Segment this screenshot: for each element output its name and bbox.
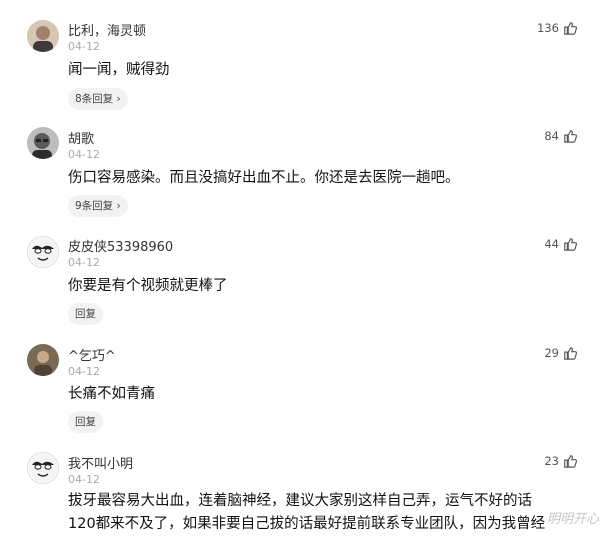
man-glasses-avatar-icon: [27, 127, 59, 159]
thumbs-up-icon: [564, 347, 577, 360]
comment-text: 伤口容易感染。而且没搞好出血不止。你还是去医院一趟吧。: [68, 170, 460, 186]
thumbs-up-icon: [564, 22, 577, 35]
like-button[interactable]: 44: [544, 237, 577, 251]
comment-text: 长痛不如青痛: [68, 386, 155, 402]
like-button[interactable]: 23: [544, 454, 577, 468]
reply-button[interactable]: 回复: [68, 303, 103, 325]
comment-text: 闻一闻，贼得劲: [68, 62, 170, 78]
user-avatar[interactable]: [27, 20, 59, 52]
user-name[interactable]: 胡歌: [68, 128, 94, 147]
comment-text-line-2: 120都来不及了，如果非要自己拔的话最好提前联系专业团队，因为我曾经: [68, 516, 546, 532]
like-button[interactable]: 29: [544, 346, 577, 360]
user-avatar[interactable]: [27, 452, 59, 484]
comment-date: 04-12: [68, 256, 100, 269]
like-count: 23: [544, 454, 559, 468]
view-replies-button[interactable]: 9条回复 ›: [68, 195, 128, 217]
comment-date: 04-12: [68, 365, 100, 378]
comment-date: 04-12: [68, 40, 100, 53]
user-name[interactable]: 我不叫小明: [68, 453, 133, 472]
reply-button[interactable]: 回复: [68, 411, 103, 433]
user-avatar[interactable]: [27, 127, 59, 159]
like-count: 44: [544, 237, 559, 251]
thumbs-up-icon: [564, 238, 577, 251]
like-count: 29: [544, 346, 559, 360]
thumbs-up-icon: [564, 455, 577, 468]
like-count: 136: [537, 21, 559, 35]
photo-avatar-icon: [27, 344, 59, 376]
man-portrait-avatar-icon: [27, 20, 59, 52]
view-replies-button[interactable]: 8条回复 ›: [68, 88, 128, 110]
comment-text-line-1: 拔牙最容易大出血，连着脑神经，建议大家别这样自己弄，运气不好的话: [68, 493, 532, 509]
like-button[interactable]: 84: [544, 129, 577, 143]
thumbs-up-icon: [564, 130, 577, 143]
cartoon-face-avatar-icon: [29, 238, 57, 266]
comment-date: 04-12: [68, 473, 100, 486]
user-name[interactable]: 皮皮侠53398960: [68, 236, 173, 255]
comment-date: 04-12: [68, 148, 100, 161]
watermark: 明明开心: [546, 512, 599, 527]
user-name[interactable]: ^乞巧^: [68, 345, 116, 364]
comment-text: 你要是有个视频就更棒了: [68, 278, 228, 294]
like-button[interactable]: 136: [537, 21, 577, 35]
cartoon-face-avatar-icon: [29, 454, 57, 482]
user-name[interactable]: 比利，海灵顿: [68, 20, 146, 39]
user-avatar[interactable]: [27, 236, 59, 268]
user-avatar[interactable]: [27, 344, 59, 376]
like-count: 84: [544, 129, 559, 143]
